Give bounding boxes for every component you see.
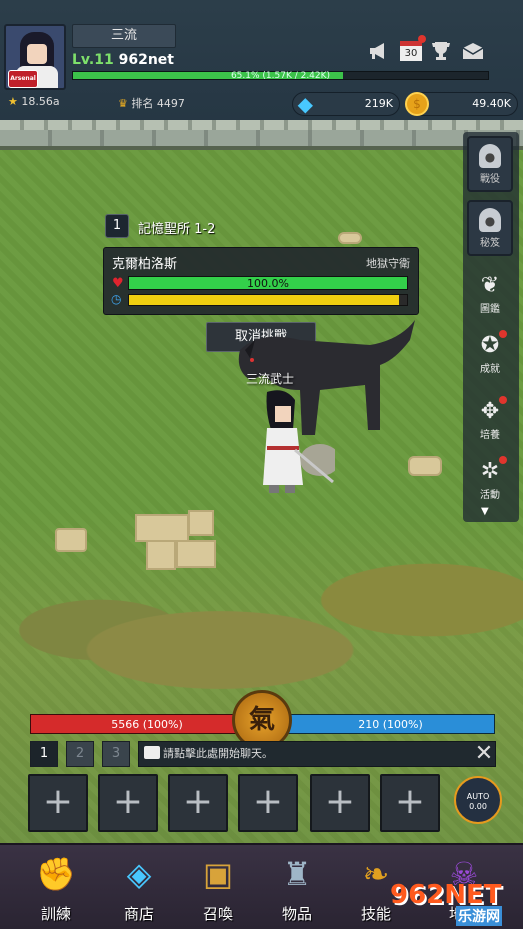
- close-icon[interactable]: ✕: [472, 742, 496, 766]
- trophy-icon[interactable]: [428, 38, 454, 64]
- secret-button[interactable]: ● 秘笈: [467, 200, 513, 256]
- stone-tile: [55, 528, 87, 552]
- skill-slot-4[interactable]: +: [238, 774, 298, 832]
- skill-slot-5[interactable]: +: [310, 774, 370, 832]
- xp-bar: 65.1% (1.57K / 2.42K): [72, 71, 489, 81]
- skill-slot-1[interactable]: +: [28, 774, 88, 832]
- level-label: Lv.11: [72, 52, 114, 68]
- boss-hp-text: 100.0%: [247, 277, 289, 290]
- stage-name: 記憶聖所 1-2: [138, 222, 216, 237]
- boss-name: 克爾柏洛斯: [112, 257, 178, 272]
- coin-icon: $: [405, 92, 429, 116]
- chat-input[interactable]: 請點擊此處開始聊天。: [138, 741, 496, 767]
- stone-tile: [408, 456, 442, 476]
- mail-icon[interactable]: [460, 38, 486, 64]
- boss-timer-bar: [128, 294, 408, 306]
- stone-tile: [135, 514, 189, 542]
- player-level: Lv.11 962net: [72, 52, 174, 68]
- calendar-icon[interactable]: 30: [398, 35, 426, 64]
- player-hp-bar: 5566 (100%): [30, 714, 264, 734]
- chat-tab-2[interactable]: 2: [66, 741, 94, 767]
- stone-tile: [146, 540, 176, 570]
- lock-icon: ●: [479, 144, 501, 168]
- achievement-button[interactable]: ✪ 成就: [467, 328, 513, 382]
- hero-title: 三流武士: [246, 372, 295, 386]
- player-mp-bar: 210 (100%): [286, 714, 495, 734]
- xp-text: 65.1% (1.57K / 2.42K): [230, 71, 331, 81]
- nav-shop[interactable]: ◈ 商店: [103, 845, 175, 929]
- side-menu: ● 戰役 ● 秘笈 ❦ 圖鑑 ✪ 成就 ✥ 培養 ✲ 活動 ▼: [463, 132, 519, 522]
- shop-icon: ◈: [126, 855, 152, 893]
- auto-button[interactable]: AUTO 0.00: [454, 776, 502, 824]
- gem-counter[interactable]: ◆ 219K: [292, 92, 400, 116]
- boss-hp-bar: 100.0%: [128, 276, 408, 290]
- nav-items[interactable]: ♜ 物品: [261, 845, 333, 929]
- feather-icon: ❦: [480, 273, 500, 298]
- gauntlet-icon: ✊: [36, 855, 76, 893]
- calendar-day: 30: [400, 41, 422, 61]
- chat-tab-3[interactable]: 3: [102, 741, 130, 767]
- hero-sprite[interactable]: [245, 390, 335, 500]
- timer-fill: [129, 295, 399, 305]
- diamond-icon: ◆: [297, 92, 313, 116]
- scroll-down-icon[interactable]: ▼: [481, 506, 489, 517]
- club-badge: Arsenal: [8, 70, 38, 88]
- boss-title: 地獄守衛: [366, 257, 410, 270]
- player-mp-text: 210 (100%): [358, 718, 423, 731]
- rank-title: 三流: [72, 24, 176, 48]
- stone-tile: [176, 540, 216, 568]
- avatar[interactable]: Arsenal: [4, 24, 66, 90]
- skill-slot-3[interactable]: +: [168, 774, 228, 832]
- player-hp-text: 5566 (100%): [111, 718, 183, 731]
- gold-counter[interactable]: $ 49.40K: [405, 92, 518, 116]
- training-growth-button[interactable]: ✥ 培養: [467, 394, 513, 448]
- skill-slot-2[interactable]: +: [98, 774, 158, 832]
- watermark: 962NET 乐游网: [390, 880, 502, 926]
- nav-summon[interactable]: ▣ 召喚: [182, 845, 254, 929]
- event-button[interactable]: ✲ 活動: [467, 454, 513, 508]
- chat-tab-1[interactable]: 1: [30, 741, 58, 767]
- lock-icon: ●: [479, 208, 501, 232]
- campaign-button[interactable]: ● 戰役: [467, 136, 513, 192]
- nav-train[interactable]: ✊ 訓練: [20, 845, 92, 929]
- clock-icon: ◷: [111, 292, 122, 306]
- stone-tile: [188, 510, 214, 536]
- codex-button[interactable]: ❦ 圖鑑: [467, 268, 513, 322]
- stage-number: 1: [105, 214, 129, 238]
- chat-bubble-icon: [144, 746, 160, 759]
- player-name: 962net: [118, 52, 174, 68]
- chest-icon: ▣: [202, 855, 234, 893]
- skill-slot-6[interactable]: +: [380, 774, 440, 832]
- stone-tile: [338, 232, 362, 244]
- boss-panel: 克爾柏洛斯 地獄守衛 ♥ 100.0% ◷: [103, 247, 419, 315]
- currency-row: ◆ 219K $ 49.40K: [0, 90, 523, 118]
- megaphone-icon[interactable]: [366, 38, 392, 64]
- armor-icon: ♜: [282, 855, 312, 893]
- heart-icon: ♥: [112, 276, 124, 291]
